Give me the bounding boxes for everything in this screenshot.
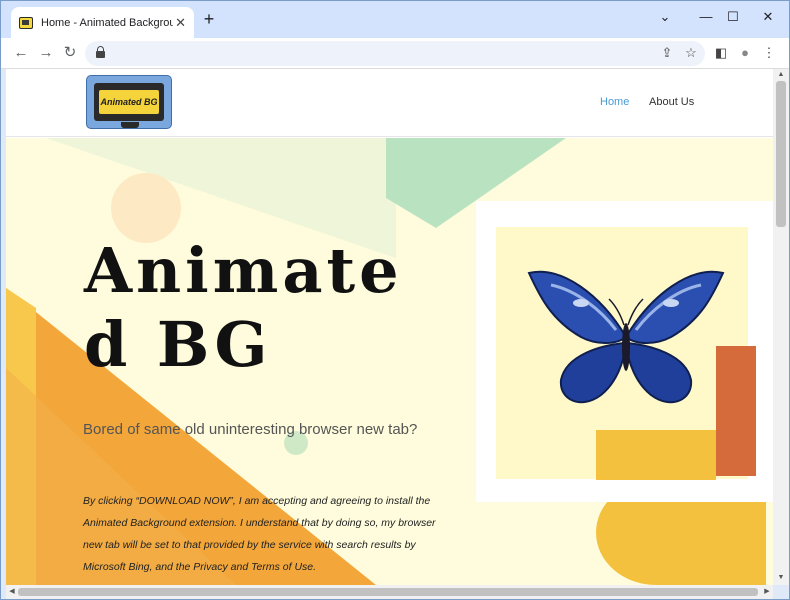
horizontal-scrollbar[interactable]: ◀ ▶ <box>6 585 773 599</box>
tab-strip: Home - Animated Background Ta ✕ + ⌄ — ☐ … <box>1 1 789 38</box>
page-viewport: Animated BG Home About Us Animate d BG B… <box>6 69 773 585</box>
address-bar[interactable]: ⇪ ☆ <box>85 41 705 66</box>
hero-title: Animate d BG <box>84 234 403 381</box>
minimize-icon[interactable]: — <box>696 7 716 27</box>
scroll-up-icon[interactable]: ▲ <box>776 70 786 80</box>
close-icon[interactable]: ✕ <box>175 15 186 31</box>
scroll-left-icon[interactable]: ◀ <box>7 587 17 597</box>
nav-about-us[interactable]: About Us <box>649 96 694 108</box>
browser-window: Home - Animated Background Ta ✕ + ⌄ — ☐ … <box>0 0 790 600</box>
logo-stand <box>121 122 139 128</box>
frame-accent-yellow <box>596 430 716 480</box>
hero-subtitle: Bored of same old uninteresting browser … <box>83 421 418 438</box>
maximize-icon[interactable]: ☐ <box>723 7 743 27</box>
sidepanel-icon[interactable]: ◧ <box>711 43 731 63</box>
site-header: Animated BG Home About Us <box>6 69 773 137</box>
profile-icon[interactable]: ● <box>735 43 755 63</box>
chevron-down-icon[interactable]: ⌄ <box>655 7 675 27</box>
horizontal-scroll-thumb[interactable] <box>18 588 758 596</box>
tab-home[interactable]: Home - Animated Background Ta ✕ <box>11 7 194 38</box>
butterfly-icon <box>527 270 725 404</box>
lock-icon <box>96 46 105 58</box>
vertical-scroll-thumb[interactable] <box>776 81 786 227</box>
plus-icon[interactable]: + <box>200 10 218 29</box>
window-close-icon[interactable]: ✕ <box>758 7 778 27</box>
share-icon[interactable]: ⇪ <box>657 43 677 63</box>
favicon-icon <box>19 16 33 29</box>
vertical-scrollbar[interactable]: ▲ ▼ <box>773 69 789 585</box>
site-logo[interactable]: Animated BG <box>86 75 172 129</box>
logo-text: Animated BG <box>99 90 159 114</box>
nav-home[interactable]: Home <box>600 96 629 108</box>
back-icon[interactable]: ← <box>11 43 31 63</box>
logo-screen: Animated BG <box>94 83 164 121</box>
hero-disclaimer: By clicking “DOWNLOAD NOW”, I am accepti… <box>83 495 436 573</box>
browser-toolbar: ← → ↻ ⇪ ☆ ◧ ● ⋮ <box>1 38 789 69</box>
tab-title: Home - Animated Background Ta <box>41 16 173 29</box>
reload-icon[interactable]: ↻ <box>60 43 80 63</box>
scroll-down-icon[interactable]: ▼ <box>776 573 786 583</box>
menu-icon[interactable]: ⋮ <box>759 43 779 63</box>
hero-section: Animate d BG Bored of same old uninteres… <box>6 138 773 585</box>
scroll-right-icon[interactable]: ▶ <box>762 587 772 597</box>
forward-icon[interactable]: → <box>36 43 56 63</box>
star-icon[interactable]: ☆ <box>681 43 701 63</box>
